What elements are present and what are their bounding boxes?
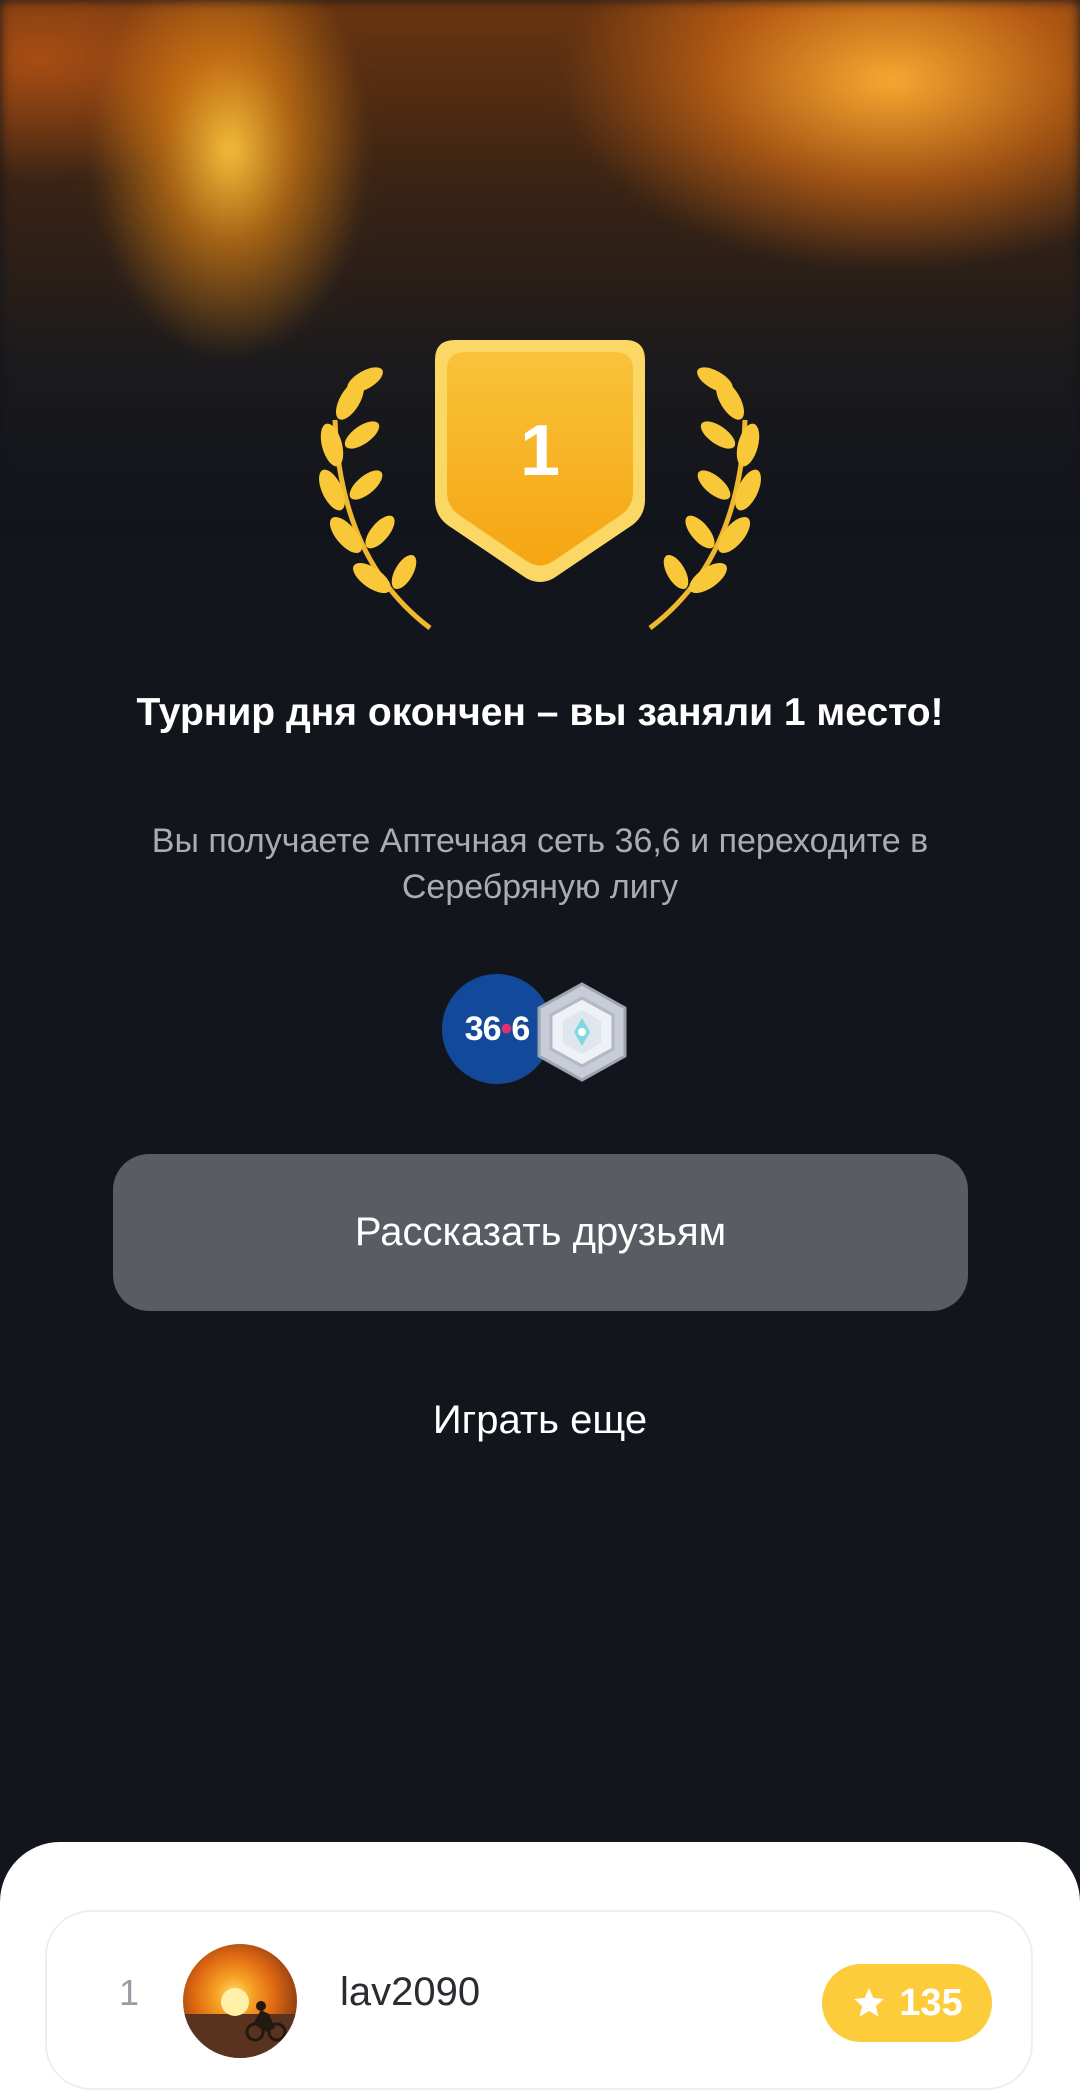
right-laurel-icon [648, 367, 761, 630]
leaderboard-rank: 1 [119, 1972, 140, 2013]
silver-league-icon [537, 982, 627, 1082]
avatar-image [183, 1988, 297, 2058]
score-badge: 135 [822, 1964, 992, 2042]
leaderboard-username: lav2090 [340, 1970, 481, 2014]
share-with-friends-button[interactable]: Рассказать друзьям [113, 1154, 968, 1311]
place-number: 1 [520, 411, 560, 491]
tournament-result-screen: 1 Турнир дня окончен – вы заняли 1 место… [0, 0, 1080, 2099]
star-icon [854, 1988, 885, 2017]
result-subtitle: Вы получаете Аптечная сеть 36,6 и перехо… [151, 822, 929, 906]
leaderboard-row[interactable]: 1 lav2090 135 [45, 1910, 1033, 2090]
play-again-link[interactable]: Играть еще [340, 1390, 740, 1450]
pharmacy-logo-left: 36 [464, 1009, 502, 1048]
reward-badges: 36 • 6 [440, 972, 640, 1087]
score-value: 135 [899, 1981, 963, 2024]
avatar [183, 1944, 297, 2058]
pharmacy-logo-dot: • [500, 1009, 513, 1048]
pharmacy-logo-right: 6 [511, 1009, 530, 1048]
left-laurel-icon [319, 367, 432, 630]
result-title: Турнир дня окончен – вы заняли 1 место! [136, 691, 944, 734]
first-place-trophy-icon: 1 [319, 340, 761, 630]
